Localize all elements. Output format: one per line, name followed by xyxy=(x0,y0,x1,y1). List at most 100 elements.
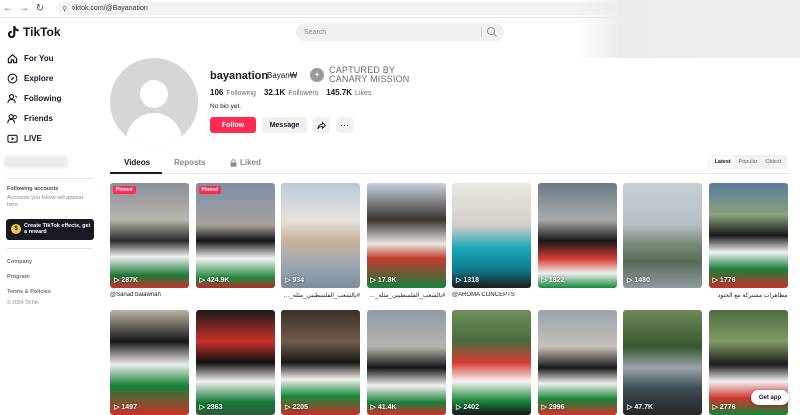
video-card[interactable]: ▷ 2205 xyxy=(281,310,360,415)
video-caption[interactable]: #بالشعب_الفلسطيني_مثله_مثل xyxy=(281,292,360,300)
sidebar-item-live[interactable]: LIVE xyxy=(0,128,100,148)
video-card[interactable]: ▷ 1318 @AROMA CONCEPTS xyxy=(452,183,531,300)
view-count-value: 41.4K xyxy=(377,403,397,411)
video-card[interactable]: ▷ 47.7K xyxy=(623,310,702,415)
video-thumbnail[interactable]: ▷ 1822 xyxy=(537,183,617,288)
profile-stats: 106 Following 32.1K Followers 145.7K Likes xyxy=(210,88,371,97)
play-icon: ▷ xyxy=(370,404,376,411)
following-stat[interactable]: 106 Following xyxy=(210,88,256,97)
footer-link-company[interactable]: Company xyxy=(7,255,100,270)
video-caption[interactable]: مظاهرات مشتركة مع الجنود xyxy=(709,292,788,300)
video-caption[interactable] xyxy=(538,292,617,300)
sidebar: For You Explore Following Friends LIVE F… xyxy=(0,48,100,413)
video-thumbnail[interactable]: ▷ 1776 xyxy=(708,183,788,288)
video-caption[interactable]: #بالشعب_الفلسطيني_مثله_مثل# xyxy=(367,292,446,300)
tab-videos[interactable]: Videos xyxy=(124,158,150,167)
view-count-value: 1822 xyxy=(548,276,565,284)
view-count-value: 1480 xyxy=(634,276,650,284)
video-card[interactable]: ▷ 2996 xyxy=(537,310,617,415)
video-thumbnail[interactable]: ▷ 1497 xyxy=(110,310,189,415)
video-card[interactable]: ▷ 934 #بالشعب_الفلسطيني_مثله_مثل xyxy=(281,183,360,300)
video-thumbnail[interactable]: ▷ 2996 xyxy=(537,310,617,415)
blurred-region xyxy=(4,156,68,168)
get-app-button[interactable]: Get app xyxy=(751,390,789,405)
tab-liked-label: Liked xyxy=(240,158,261,167)
create-effects-label: Create TikTok effects, get a reward xyxy=(24,222,91,236)
profile-actions: Follow Message ··· xyxy=(210,117,353,133)
sort-oldest[interactable]: Oldest xyxy=(761,156,786,168)
view-count-value: 934 xyxy=(292,276,305,284)
video-thumbnail[interactable]: ▷ 17.8K xyxy=(366,183,446,288)
video-caption[interactable]: @Sanad balawnah xyxy=(110,292,189,300)
create-effects-button[interactable]: $ Create TikTok effects, get a reward xyxy=(6,218,94,240)
video-thumbnail[interactable]: ▷ 1480 xyxy=(623,183,702,288)
view-count: ▷ 2863 xyxy=(200,403,223,412)
address-bar[interactable]: ⚲ tiktok.com/@Bayanation xyxy=(56,2,616,15)
video-card[interactable]: Pinned ▷ 424.9K xyxy=(195,183,275,300)
sidebar-item-label: Following xyxy=(24,93,62,103)
play-icon: ▷ xyxy=(456,277,462,284)
view-count-value: 2863 xyxy=(206,403,223,411)
video-card[interactable]: ▷ 1480 xyxy=(623,183,702,300)
video-thumbnail[interactable]: ▷ 47.7K xyxy=(623,310,702,415)
play-icon: ▷ xyxy=(541,277,547,284)
view-count: ▷ 287K xyxy=(114,276,138,285)
video-caption[interactable] xyxy=(196,292,275,300)
video-thumbnail[interactable]: ▷ 2863 xyxy=(195,310,275,415)
forward-button[interactable]: → xyxy=(16,1,32,17)
followers-stat[interactable]: 32.1K Followers xyxy=(264,88,318,97)
view-count: ▷ 1318 xyxy=(456,276,479,285)
share-button[interactable] xyxy=(313,117,330,133)
reload-button[interactable]: ↻ xyxy=(32,1,48,17)
tiktok-logo[interactable]: TikTok xyxy=(7,25,61,39)
video-thumbnail[interactable]: ▷ 2205 xyxy=(281,310,360,415)
video-card[interactable]: ▷ 1776 مظاهرات مشتركة مع الجنود xyxy=(708,183,788,300)
video-card[interactable]: ▷ 41.4K xyxy=(366,310,446,415)
avatar-placeholder-head xyxy=(140,80,168,108)
video-thumbnail[interactable]: ▷ 41.4K xyxy=(366,310,446,415)
follow-button[interactable]: Follow xyxy=(210,117,256,133)
video-card[interactable]: ▷ 1822 xyxy=(537,183,617,300)
video-card[interactable]: ▷ 17.8K #بالشعب_الفلسطيني_مثله_مثل# xyxy=(366,183,446,300)
play-icon: ▷ xyxy=(627,277,633,284)
video-card[interactable]: ▷ 2863 xyxy=(195,310,275,415)
avatar[interactable] xyxy=(110,58,198,146)
video-caption[interactable] xyxy=(623,292,702,300)
tab-liked[interactable]: Liked xyxy=(230,158,261,167)
followers-label: Followers xyxy=(288,90,319,97)
lock-icon xyxy=(230,158,237,167)
play-icon: ▷ xyxy=(370,277,376,284)
search-divider xyxy=(481,27,482,37)
more-button[interactable]: ··· xyxy=(336,117,353,133)
search-input[interactable]: Search xyxy=(296,23,504,41)
video-thumbnail[interactable]: ▷ 2402 xyxy=(452,310,531,415)
video-thumbnail[interactable]: Pinned ▷ 424.9K xyxy=(195,183,275,288)
search-icon[interactable] xyxy=(486,26,498,38)
footer-link-terms[interactable]: Terms & Policies xyxy=(7,285,100,300)
site-settings-icon[interactable]: ⚲ xyxy=(62,5,67,13)
view-count-value: 1318 xyxy=(463,276,479,284)
message-button[interactable]: Message xyxy=(262,117,307,133)
sidebar-item-friends[interactable]: Friends xyxy=(0,108,100,128)
footer-link-program[interactable]: Program xyxy=(7,270,100,285)
view-count-value: 47.7K xyxy=(634,403,654,411)
video-thumbnail[interactable]: ▷ 1318 xyxy=(452,183,531,288)
sidebar-item-for-you[interactable]: For You xyxy=(0,48,100,68)
video-thumbnail[interactable]: Pinned ▷ 287K xyxy=(110,183,189,288)
sidebar-item-explore[interactable]: Explore xyxy=(0,68,100,88)
video-caption[interactable]: @AROMA CONCEPTS xyxy=(452,292,531,300)
tab-reposts[interactable]: Reposts xyxy=(174,158,206,167)
video-thumbnail[interactable]: ▷ 934 xyxy=(281,183,360,288)
back-button[interactable]: ← xyxy=(0,1,16,17)
video-card[interactable]: ▷ 2402 xyxy=(452,310,531,415)
sidebar-item-following[interactable]: Following xyxy=(0,88,100,108)
play-icon: ▷ xyxy=(199,277,205,284)
play-icon: ▷ xyxy=(285,277,291,284)
sort-latest[interactable]: Latest xyxy=(710,156,736,168)
copyright-text: © 2024 TikTok xyxy=(7,299,39,306)
video-card[interactable]: Pinned ▷ 287K @Sanad balawnah xyxy=(110,183,189,300)
view-count: ▷ 47.7K xyxy=(627,403,654,412)
sort-popular[interactable]: Popular xyxy=(735,156,760,168)
view-count-value: 2996 xyxy=(548,403,565,411)
video-card[interactable]: ▷ 1497 xyxy=(110,310,189,415)
